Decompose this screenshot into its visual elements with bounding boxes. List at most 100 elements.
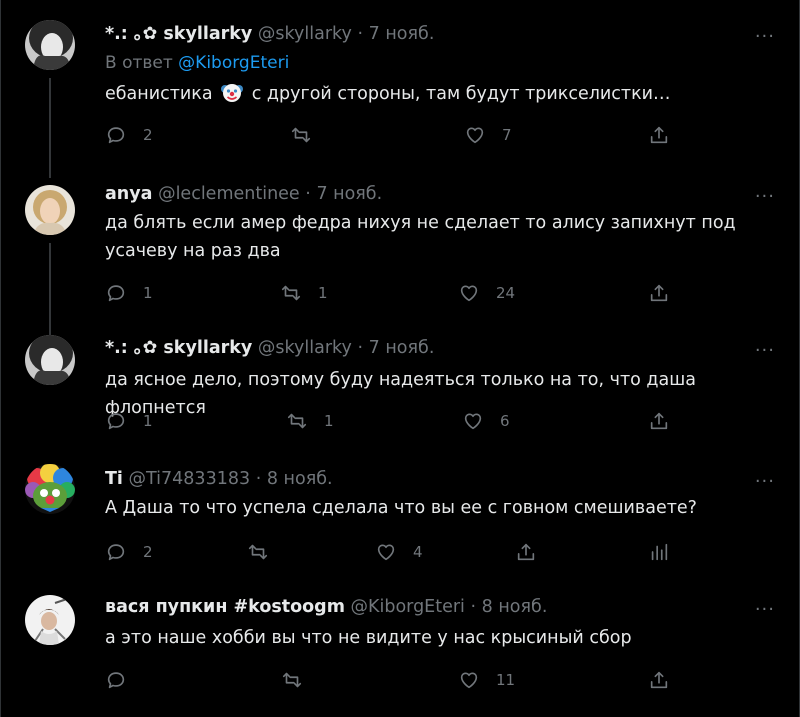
tweet-header: вася пупкин #kostoogm @KiborgEteri · 8 н… bbox=[105, 596, 547, 618]
user-handle[interactable]: @KiborgEteri bbox=[351, 597, 465, 617]
tweet-header: anya @leclementinee · 7 нояб. bbox=[105, 183, 382, 205]
avatar[interactable] bbox=[25, 20, 75, 70]
like-button[interactable]: 6 bbox=[462, 408, 510, 434]
more-options-icon[interactable]: ··· bbox=[755, 28, 775, 46]
tweet-date[interactable]: 7 нояб. bbox=[369, 338, 435, 358]
more-options-icon[interactable]: ··· bbox=[755, 473, 775, 491]
like-count: 11 bbox=[496, 671, 516, 689]
display-name[interactable]: Ti bbox=[105, 469, 123, 489]
tweet[interactable]: *.: ｡✿ skyllarky @skyllarky · 7 нояб. ··… bbox=[2, 326, 799, 454]
more-options-icon[interactable]: ··· bbox=[755, 188, 775, 206]
tweet-actions: 2 4 bbox=[105, 539, 685, 565]
retweet-button[interactable]: 1 bbox=[286, 408, 334, 434]
tweet-actions: 11 bbox=[105, 667, 685, 693]
tweet-date[interactable]: 7 нояб. bbox=[316, 184, 382, 204]
tweet[interactable]: anya @leclementinee · 7 нояб. ··· да бля… bbox=[2, 170, 799, 341]
share-icon bbox=[650, 412, 668, 430]
separator: · bbox=[357, 24, 364, 44]
separator: · bbox=[305, 184, 311, 204]
heart-icon bbox=[460, 285, 478, 302]
like-button[interactable]: 24 bbox=[458, 280, 515, 306]
reply-icon bbox=[107, 285, 125, 302]
tweet-actions: 1 1 24 bbox=[105, 280, 685, 306]
tweet-actions: 1 1 6 bbox=[105, 408, 685, 434]
retweet-button[interactable]: 1 bbox=[280, 280, 328, 306]
thread-line bbox=[49, 78, 51, 178]
timeline: *.: ｡✿ skyllarky @skyllarky · 7 нояб. ··… bbox=[0, 0, 800, 717]
retweet-icon bbox=[287, 413, 307, 429]
reply-count: 2 bbox=[143, 126, 153, 144]
tweet-text-part: с другой стороны, там будут трикселистки… bbox=[251, 84, 671, 104]
avatar[interactable] bbox=[25, 185, 75, 235]
tweet-header: *.: ｡✿ skyllarky @skyllarky · 7 нояб. bbox=[105, 23, 434, 45]
tweet-date[interactable]: 7 нояб. bbox=[369, 24, 435, 44]
tweet-actions: 2 7 bbox=[105, 122, 685, 148]
display-name[interactable]: вася пупкин #kostoogm bbox=[105, 597, 345, 617]
avatar[interactable] bbox=[25, 335, 75, 385]
tweet-text-part: ебанистика bbox=[105, 84, 213, 104]
tweet-date[interactable]: 8 нояб. bbox=[482, 597, 548, 617]
reply-context: В ответ @KiborgEteri bbox=[105, 52, 289, 74]
like-count: 7 bbox=[502, 126, 512, 144]
display-name[interactable]: anya bbox=[105, 184, 152, 204]
analytics-icon bbox=[651, 543, 668, 561]
reply-button[interactable]: 1 bbox=[105, 408, 153, 434]
like-button[interactable]: 4 bbox=[375, 539, 423, 565]
like-button[interactable]: 7 bbox=[464, 122, 512, 148]
tweet-date[interactable]: 8 нояб. bbox=[267, 469, 333, 489]
reply-button[interactable]: 2 bbox=[105, 122, 153, 148]
avatar[interactable] bbox=[25, 595, 75, 645]
reply-icon bbox=[107, 544, 125, 561]
reply-icon bbox=[107, 672, 125, 689]
tweet[interactable]: *.: ｡✿ skyllarky @skyllarky · 7 нояб. ··… bbox=[2, 0, 799, 178]
tweet[interactable]: Ti @Ti74833183 · 8 нояб. ··· А Даша то ч… bbox=[2, 454, 799, 583]
reply-button[interactable]: 2 bbox=[105, 539, 153, 565]
heart-icon bbox=[460, 672, 478, 689]
share-button[interactable] bbox=[648, 667, 670, 693]
share-button[interactable] bbox=[648, 280, 670, 306]
display-name[interactable]: *.: ｡✿ skyllarky bbox=[105, 24, 252, 44]
share-button[interactable] bbox=[648, 408, 670, 434]
heart-icon bbox=[377, 544, 395, 561]
tweet-text: А Даша то что успела сделала что вы ее с… bbox=[105, 498, 697, 518]
retweet-icon bbox=[291, 127, 311, 143]
separator: · bbox=[255, 469, 262, 489]
like-count: 24 bbox=[496, 284, 516, 302]
heart-icon bbox=[464, 413, 482, 430]
tweet-text: а это наше хобби вы что не видите у нас … bbox=[105, 628, 632, 648]
reply-count: 2 bbox=[143, 543, 153, 561]
retweet-count: 1 bbox=[324, 412, 334, 430]
separator: · bbox=[357, 338, 364, 358]
share-button[interactable] bbox=[648, 122, 670, 148]
retweet-count: 1 bbox=[318, 284, 328, 302]
share-icon bbox=[517, 543, 535, 561]
more-options-icon[interactable]: ··· bbox=[755, 342, 775, 360]
retweet-icon bbox=[281, 285, 301, 301]
like-button[interactable]: 11 bbox=[458, 667, 515, 693]
heart-icon bbox=[466, 127, 484, 144]
retweet-button[interactable] bbox=[281, 667, 319, 693]
reply-icon bbox=[107, 413, 125, 430]
tweet-header: Ti @Ti74833183 · 8 нояб. bbox=[105, 468, 333, 490]
reply-button[interactable]: 1 bbox=[105, 280, 153, 306]
tweet[interactable]: вася пупкин #kostoogm @KiborgEteri · 8 н… bbox=[2, 583, 799, 717]
share-icon bbox=[650, 126, 668, 144]
retweet-button[interactable] bbox=[290, 122, 328, 148]
user-handle[interactable]: @leclementinee bbox=[158, 184, 300, 204]
retweet-button[interactable] bbox=[247, 539, 285, 565]
more-options-icon[interactable]: ··· bbox=[755, 601, 775, 619]
user-handle[interactable]: @skyllarky bbox=[258, 338, 352, 358]
reply-prefix: В ответ bbox=[105, 53, 173, 73]
avatar[interactable] bbox=[25, 464, 75, 514]
share-button[interactable] bbox=[515, 539, 537, 565]
reply-button[interactable] bbox=[105, 667, 143, 693]
tweet-text: да блять если амер федра нихуя не сделае… bbox=[105, 213, 736, 261]
user-handle[interactable]: @Ti74833183 bbox=[129, 469, 251, 489]
clown-face-icon bbox=[220, 80, 244, 104]
reply-count: 1 bbox=[143, 412, 153, 430]
retweet-icon bbox=[282, 672, 302, 688]
reply-mention-link[interactable]: @KiborgEteri bbox=[178, 53, 289, 73]
display-name[interactable]: *.: ｡✿ skyllarky bbox=[105, 338, 252, 358]
analytics-button[interactable] bbox=[648, 539, 670, 565]
user-handle[interactable]: @skyllarky bbox=[258, 24, 352, 44]
